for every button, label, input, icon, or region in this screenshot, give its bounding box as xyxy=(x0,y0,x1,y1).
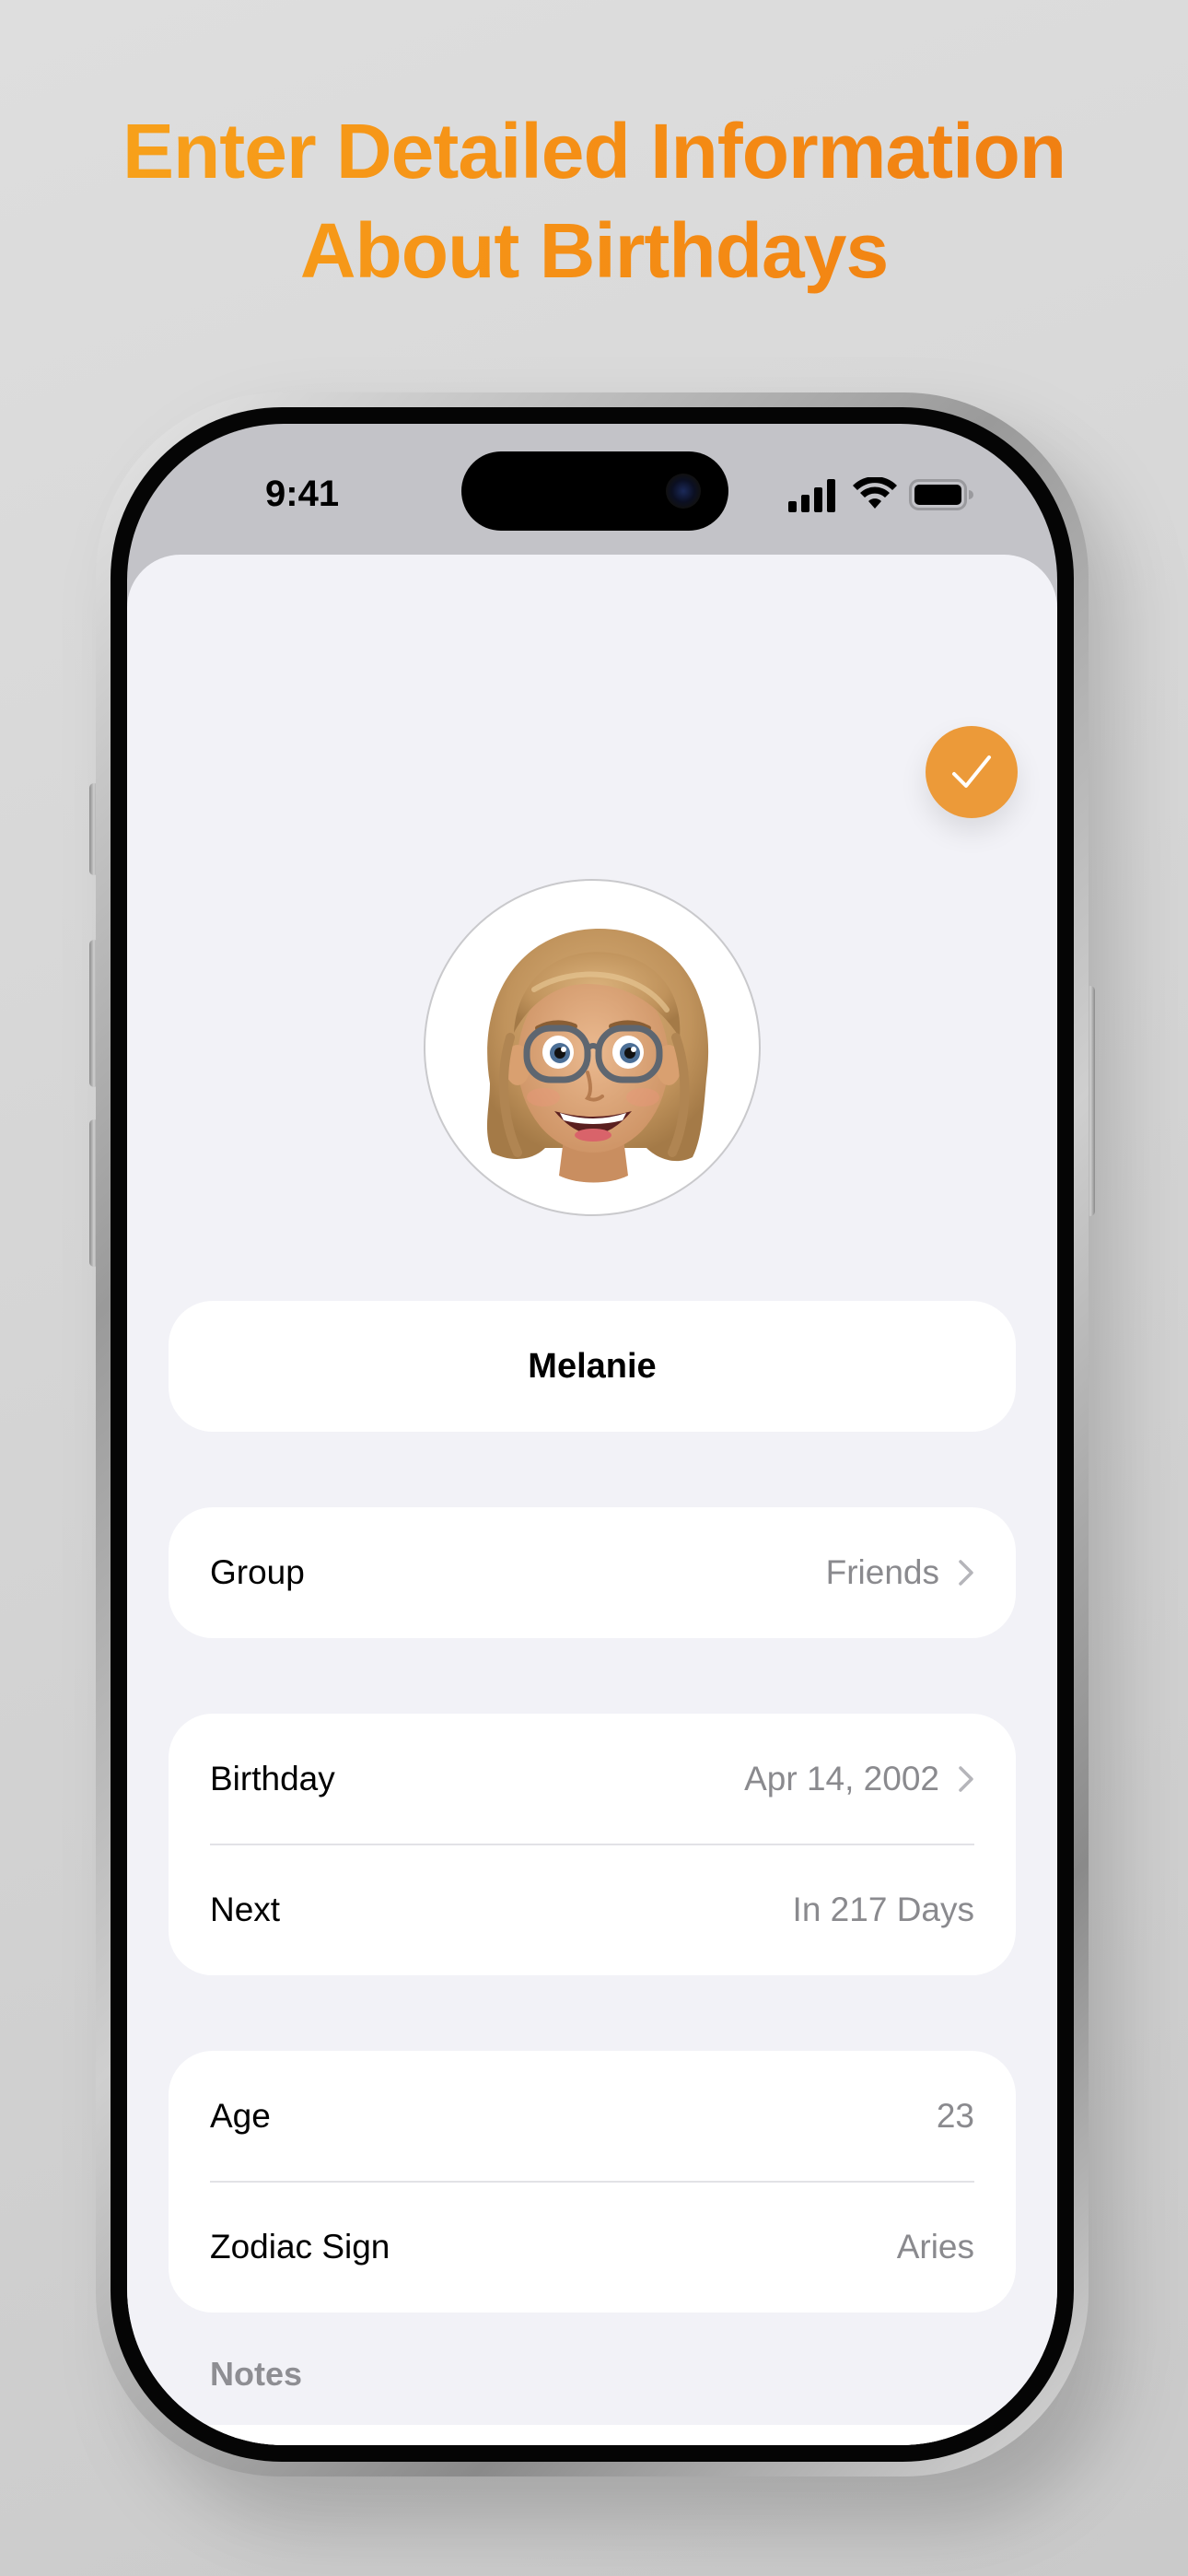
done-button[interactable] xyxy=(926,726,1018,818)
memoji-avatar-icon xyxy=(486,928,709,1183)
dynamic-island xyxy=(461,451,728,531)
battery-icon xyxy=(909,479,973,510)
next-label: Next xyxy=(210,1891,281,1928)
name-card xyxy=(169,1301,1016,1432)
status-bar-time: 9:41 xyxy=(265,474,340,514)
name-field[interactable] xyxy=(194,1345,990,1388)
notes-section-label: Notes xyxy=(210,2355,303,2393)
avatar-photo[interactable] xyxy=(424,879,761,1216)
marketing-headline: Enter Detailed Information About Birthda… xyxy=(0,101,1188,300)
next-birthday-row: Next In 217 Days xyxy=(210,1844,974,1975)
chevron-right-icon xyxy=(959,1766,973,1792)
wifi-icon xyxy=(853,477,897,509)
cellular-signal-icon xyxy=(788,479,835,512)
age-label: Age xyxy=(210,2097,271,2135)
front-camera-icon xyxy=(666,474,701,509)
age-card: Age 23 Zodiac Sign Aries xyxy=(169,2051,1016,2313)
age-row: Age 23 xyxy=(210,2051,974,2182)
next-value: In 217 Days xyxy=(792,1891,974,1928)
birthday-value: Apr 14, 2002 xyxy=(744,1760,939,1797)
headline-line-1: Enter Detailed Information xyxy=(0,101,1188,201)
chevron-right-icon xyxy=(959,1560,973,1586)
edit-birthday-sheet: Group Friends Birthday Apr 14, 2002 xyxy=(127,555,1057,2445)
age-value: 23 xyxy=(936,2097,974,2135)
phone-screen: 9:41 Melanie Group Friends Birthday Apr … xyxy=(127,424,1057,2445)
birthday-row[interactable]: Birthday Apr 14, 2002 xyxy=(210,1714,974,1844)
zodiac-row: Zodiac Sign Aries xyxy=(210,2182,974,2313)
zodiac-value: Aries xyxy=(896,2228,974,2266)
status-bar-icons xyxy=(788,477,973,514)
group-row[interactable]: Group Friends xyxy=(210,1507,974,1638)
birthday-card: Birthday Apr 14, 2002 Next In 217 Days xyxy=(169,1714,1016,1975)
headline-line-2: About Birthdays xyxy=(0,201,1188,300)
group-card: Group Friends xyxy=(169,1507,1016,1638)
notes-field[interactable] xyxy=(169,2425,1016,2445)
group-label: Group xyxy=(210,1553,305,1591)
birthday-label: Birthday xyxy=(210,1760,335,1797)
zodiac-label: Zodiac Sign xyxy=(210,2228,390,2266)
checkmark-icon xyxy=(952,755,991,788)
group-value: Friends xyxy=(825,1553,939,1591)
